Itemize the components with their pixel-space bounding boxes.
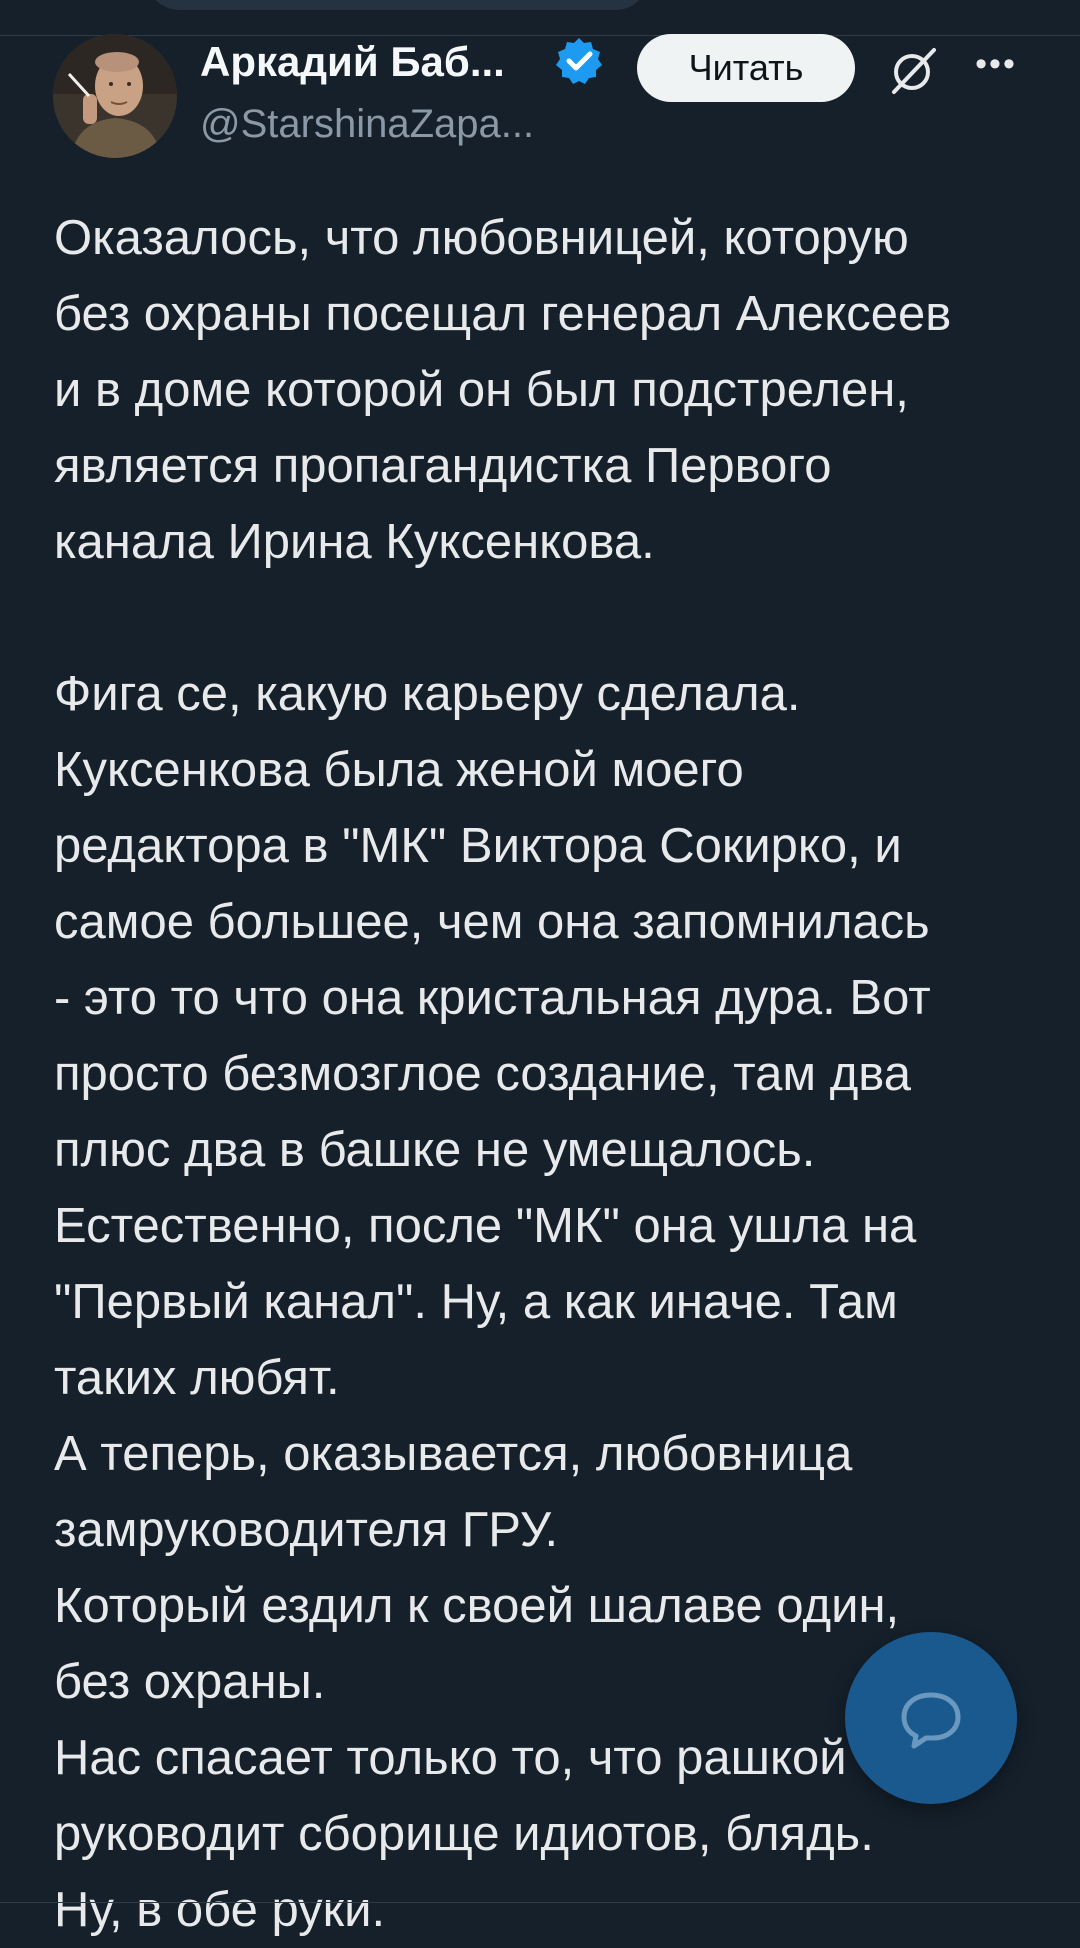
tweet-line: - это то что она кристальная дура. Вот bbox=[54, 971, 931, 1025]
bottom-divider bbox=[0, 1902, 1080, 1903]
tweet-line: просто безмозглое создание, там два bbox=[54, 1047, 912, 1101]
tweet-line: Оказалось, что любовницей, которую bbox=[54, 211, 909, 265]
tweet-line: самое большее, чем она запомнилась bbox=[54, 895, 930, 949]
top-divider bbox=[0, 35, 1080, 36]
tweet-line: таких любят. bbox=[54, 1351, 340, 1405]
tweet-line: А теперь, оказывается, любовница bbox=[54, 1427, 853, 1481]
tweet-line: замруководителя ГРУ. bbox=[54, 1503, 559, 1557]
tweet-line: руководит сборище идиотов, блядь. bbox=[54, 1807, 874, 1861]
follow-button[interactable]: Читать bbox=[637, 34, 855, 102]
reply-fab-button[interactable] bbox=[845, 1632, 1017, 1804]
tweet-line: редактора в "МК" Виктора Сокирко, и bbox=[54, 819, 902, 873]
tweet-line: "Первый канал". Ну, а как иначе. Там bbox=[54, 1275, 898, 1329]
tweet-line: Ну, в обе руки. bbox=[54, 1883, 386, 1937]
author-display-name[interactable]: Аркадий Баб... bbox=[200, 30, 505, 94]
top-search-pill[interactable] bbox=[145, 0, 650, 10]
reply-bubble-icon bbox=[901, 1692, 961, 1749]
author-avatar[interactable] bbox=[53, 34, 177, 158]
tweet-line: и в доме которой он был подстрелен, bbox=[54, 363, 909, 417]
verified-badge-icon bbox=[556, 38, 602, 84]
grok-icon[interactable] bbox=[886, 42, 942, 98]
tweet-line: плюс два в башке не умещалось. bbox=[54, 1123, 816, 1177]
tweet-line: Куксенкова была женой моего bbox=[54, 743, 744, 797]
tweet-line: канала Ирина Куксенкова. bbox=[54, 515, 655, 569]
tweet-line: является пропагандистка Первого bbox=[54, 439, 832, 493]
author-handle[interactable]: @StarshinaZapa... bbox=[200, 96, 534, 152]
tweet-line: Фига се, какую карьеру сделала. bbox=[54, 667, 801, 721]
tweet-line: без охраны посещал генерал Алексеев bbox=[54, 287, 952, 341]
tweet-line: Естественно, после "МК" она ушла на bbox=[54, 1199, 917, 1253]
tweet-line: Который ездил к своей шалаве один, bbox=[54, 1579, 900, 1633]
more-options-icon[interactable]: ••• bbox=[966, 44, 1026, 84]
